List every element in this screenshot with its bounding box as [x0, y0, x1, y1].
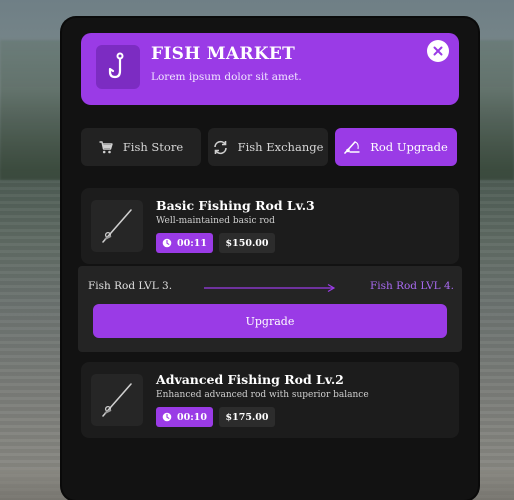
tab-fish-exchange[interactable]: Fish Exchange	[208, 128, 328, 166]
rod-card[interactable]: Advanced Fishing Rod Lv.2 Enhanced advan…	[81, 362, 459, 438]
market-title: FISH MARKET	[151, 44, 296, 64]
time-badge: 00:10	[156, 407, 213, 427]
clock-icon	[162, 238, 172, 248]
tab-fish-store-label: Fish Store	[122, 140, 184, 154]
arrow-right-icon	[204, 283, 336, 293]
exchange-icon	[213, 140, 227, 154]
market-header: FISH MARKET Lorem ipsum dolor sit amet.	[81, 33, 459, 105]
rod-name: Basic Fishing Rod Lv.3	[156, 198, 315, 213]
clock-icon	[162, 412, 172, 422]
current-level: Fish Rod LVL 3.	[88, 280, 173, 292]
rod-name: Advanced Fishing Rod Lv.2	[156, 372, 344, 387]
rod-card[interactable]: Basic Fishing Rod Lv.3 Well-maintained b…	[81, 188, 459, 264]
market-subtitle: Lorem ipsum dolor sit amet.	[151, 71, 302, 83]
time-badge: 00:11	[156, 233, 213, 253]
fish-market-panel: FISH MARKET Lorem ipsum dolor sit amet. …	[62, 18, 478, 500]
tab-rod-upgrade[interactable]: Rod Upgrade	[335, 128, 457, 166]
rod-image	[91, 374, 143, 426]
price-badge: $150.00	[219, 233, 275, 253]
time-value: 00:10	[177, 411, 207, 423]
fishing-hook-icon	[96, 45, 140, 89]
fishing-rod-icon	[102, 383, 132, 417]
time-value: 00:11	[177, 237, 207, 249]
fishing-rod-icon	[102, 209, 132, 243]
tab-fish-exchange-label: Fish Exchange	[237, 140, 324, 154]
upgrade-button[interactable]: Upgrade	[93, 304, 447, 338]
tab-fish-store[interactable]: Fish Store	[81, 128, 201, 166]
cart-icon	[99, 140, 113, 153]
rod-description: Enhanced advanced rod with superior bala…	[156, 390, 369, 400]
next-level: Fish Rod LVL 4.	[369, 280, 454, 292]
price-badge: $175.00	[219, 407, 275, 427]
upgrade-section: Fish Rod LVL 3. Fish Rod LVL 4. Upgrade	[78, 266, 462, 352]
tab-rod-upgrade-label: Rod Upgrade	[370, 140, 448, 154]
rod-description: Well-maintained basic rod	[156, 216, 275, 226]
close-icon	[433, 46, 443, 56]
close-button[interactable]	[427, 40, 449, 62]
fishing-rod-icon	[344, 141, 360, 154]
tab-bar: Fish Store Fish Exchange Rod Upgrade	[81, 128, 459, 168]
rod-image	[91, 200, 143, 252]
